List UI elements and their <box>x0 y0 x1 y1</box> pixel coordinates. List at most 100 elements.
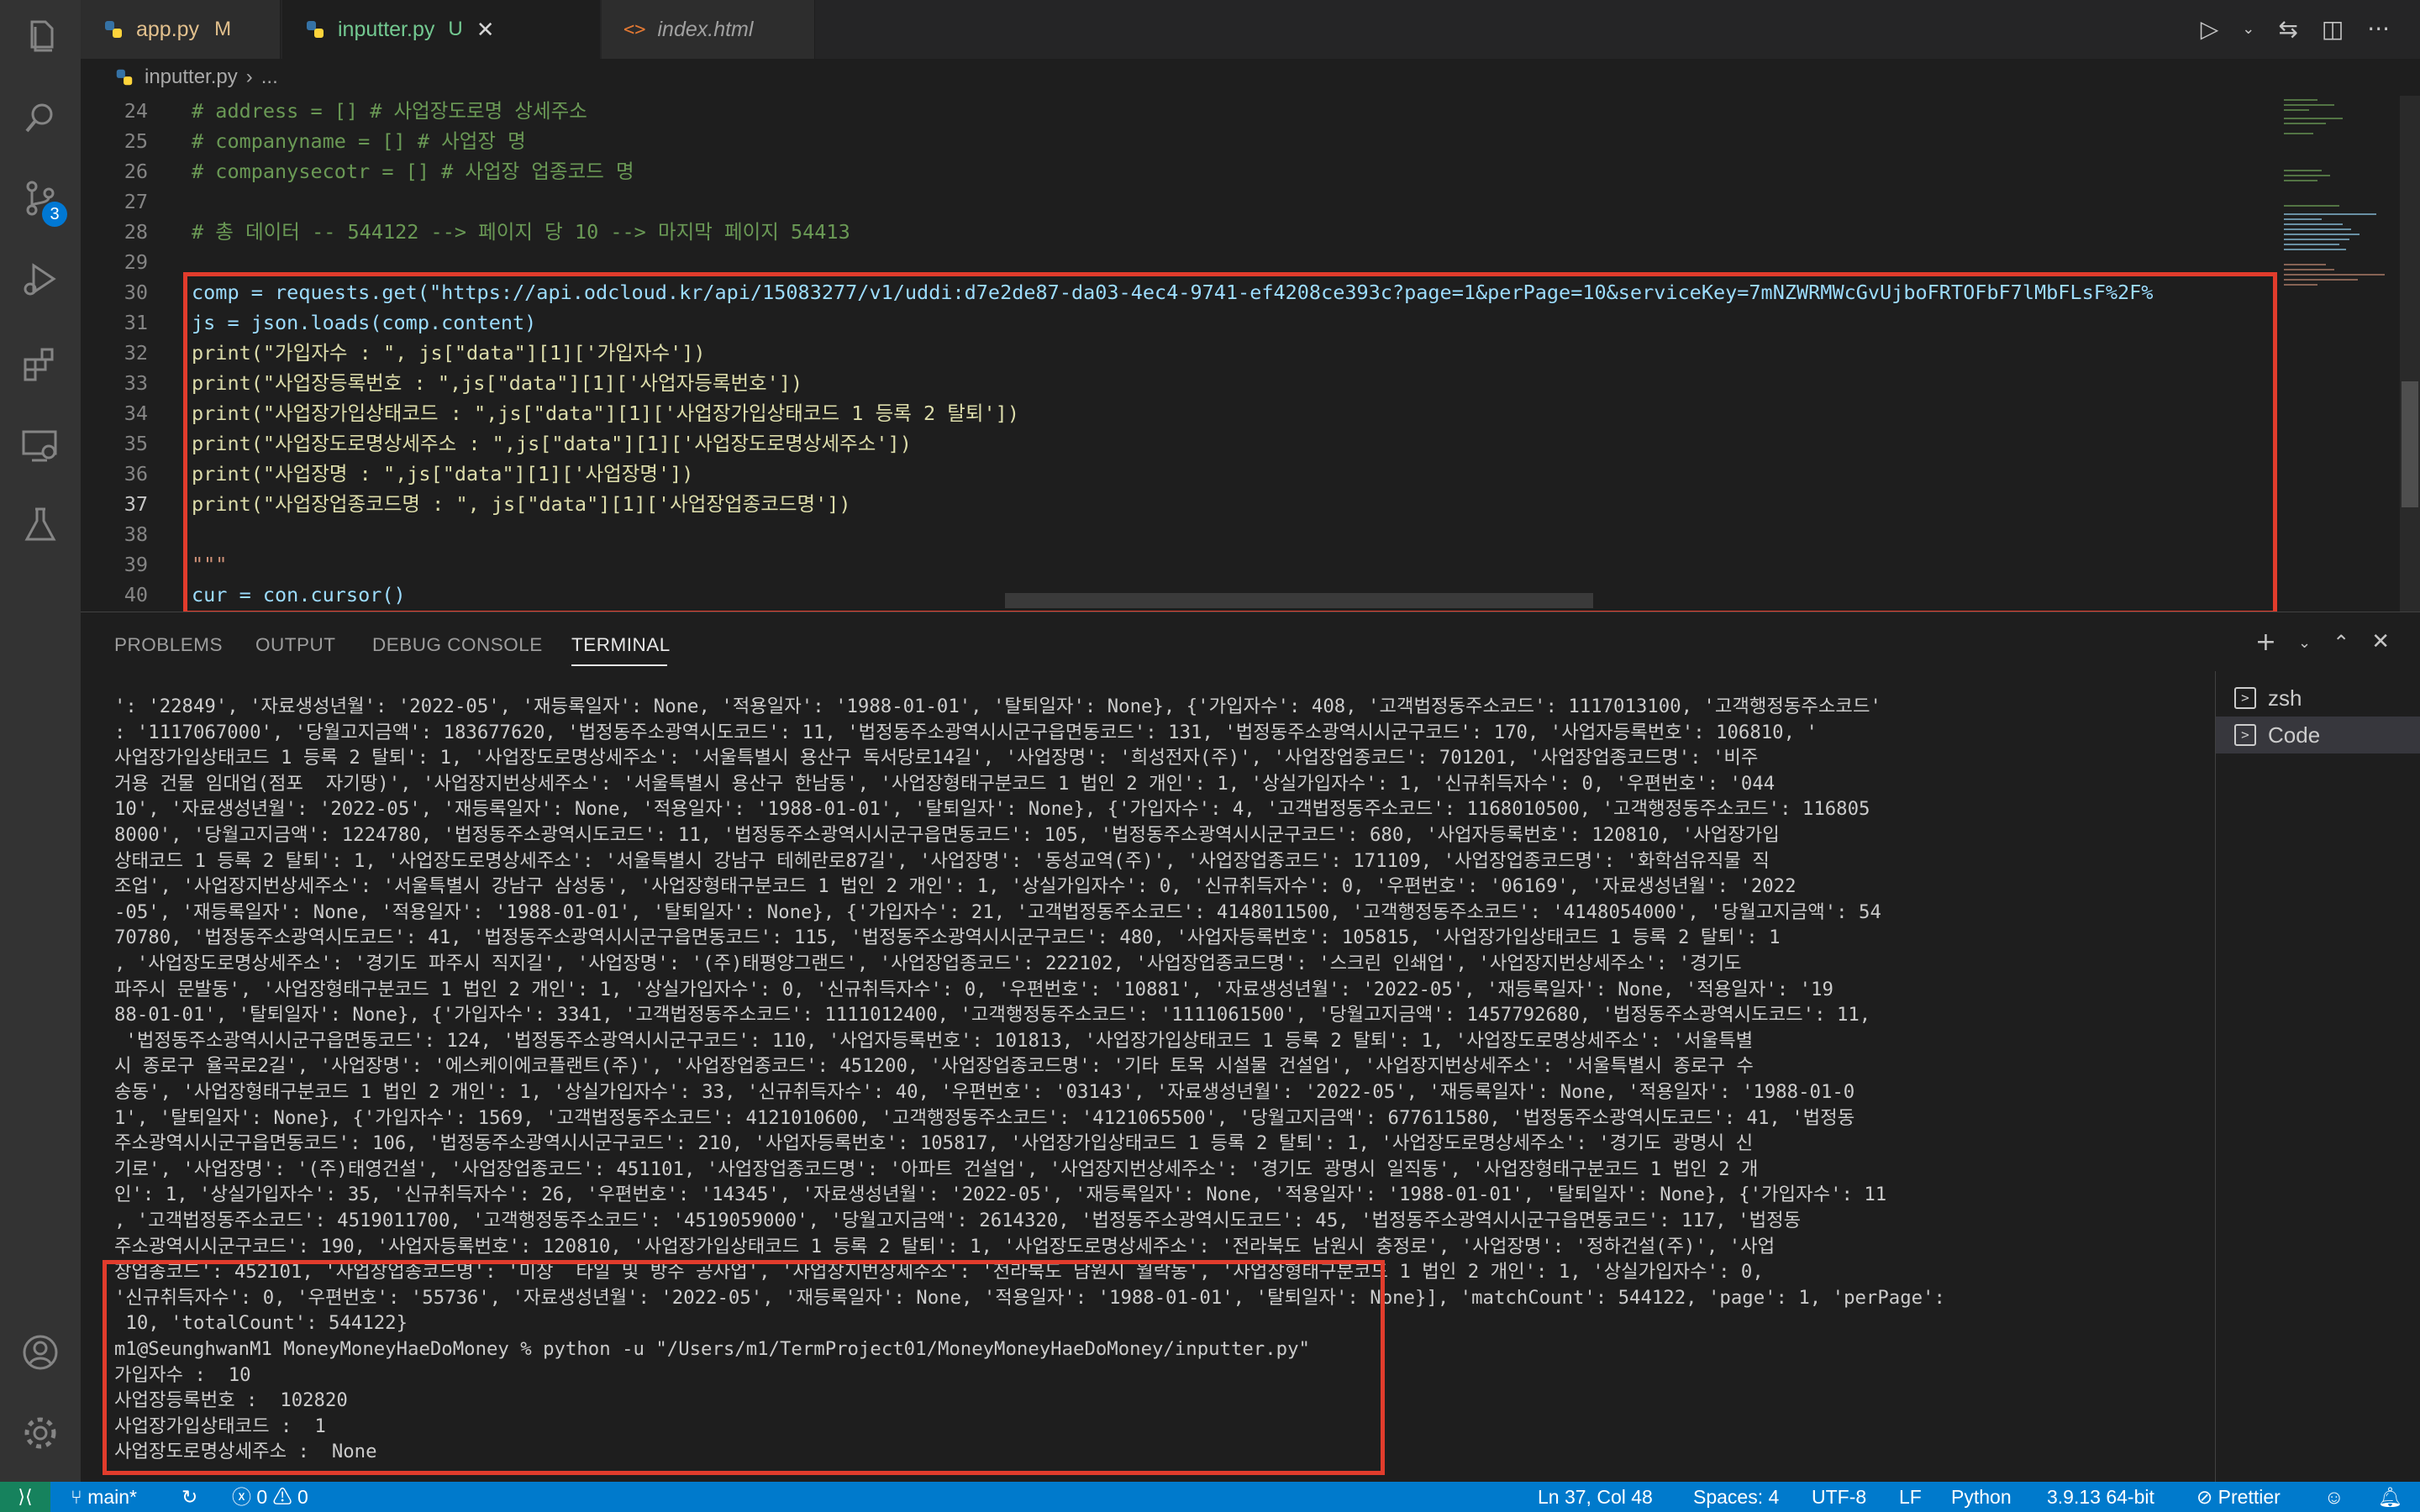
terminal-line: -05', '재등록일자': None, '적용일자': '1988-01-01… <box>114 900 1881 923</box>
code-editor[interactable]: 24 # address = [] # 사업장도로명 상세주소 25 # compa… <box>81 96 2420 612</box>
sync-icon[interactable]: ↻ <box>182 1482 197 1512</box>
testing-icon[interactable] <box>20 504 60 544</box>
explorer-icon[interactable] <box>20 17 60 57</box>
line-number: 37 <box>124 492 148 516</box>
encoding[interactable]: UTF-8 <box>1812 1482 1866 1512</box>
terminal-icon: > <box>2234 687 2256 709</box>
terminal-name: zsh <box>2268 685 2302 711</box>
cursor-position[interactable]: Ln 37, Col 48 <box>1538 1482 1653 1512</box>
terminal-line: 10', '자료생성년월': '2022-05', '재등록일자': None,… <box>114 798 1870 821</box>
line-number: 33 <box>124 371 148 395</box>
chevron-down-icon[interactable]: ⌄ <box>2298 627 2311 657</box>
panel-tabs: PROBLEMS OUTPUT DEBUG CONSOLE TERMINAL +… <box>81 612 2420 680</box>
tab-status: M <box>214 18 232 40</box>
terminal-icon: > <box>2234 724 2256 746</box>
tab-label: app.py <box>136 17 200 41</box>
line-number: 40 <box>124 583 148 606</box>
terminal-line: , '사업장도로명상세주소': '경기도 파주시 직지길', '사업장명': '… <box>114 953 1742 974</box>
branch-name: main* <box>87 1486 138 1508</box>
run-icon[interactable]: ▷ <box>2201 15 2219 43</box>
line-number: 38 <box>124 522 148 546</box>
editor-horizontal-scrollbar[interactable] <box>1005 593 1593 608</box>
formatter-status[interactable]: ⊘ Prettier <box>2196 1482 2281 1512</box>
line-text: # 총 데이터 -- 544122 --> 페이지 당 10 --> 마지막 페… <box>192 220 850 244</box>
indentation[interactable]: Spaces: 4 <box>1693 1482 1779 1512</box>
scrollbar-thumb[interactable] <box>2402 381 2418 507</box>
notifications-icon[interactable]: 🔔︎ <box>2378 1482 2402 1512</box>
terminal-line: 주소광역시시군구코드': 190, '사업자등록번호': 120810, '사업… <box>114 1235 1776 1257</box>
maximize-panel-icon[interactable]: ⌃ <box>2333 627 2349 657</box>
remote-indicator-icon[interactable]: ⟩⟨ <box>0 1482 50 1512</box>
tab-index-html[interactable]: <> index.html <box>602 0 815 59</box>
warning-count: 0 <box>297 1486 308 1508</box>
status-bar: ⟩⟨ ⑂ main* ↻ ⓧ 0 ⚠ 0 Ln 37, Col 48 Space… <box>0 1482 2420 1512</box>
tab-output[interactable]: OUTPUT <box>255 634 336 656</box>
error-count: 0 <box>256 1486 268 1508</box>
line-number: 31 <box>124 311 148 334</box>
more-actions-icon[interactable]: ··· <box>2367 15 2390 43</box>
line-number: 39 <box>124 553 148 576</box>
terminal-item-code[interactable]: > Code <box>2216 717 2420 753</box>
tab-app-py[interactable]: app.py M <box>81 0 281 59</box>
problems-status[interactable]: ⓧ 0 ⚠ 0 <box>232 1482 308 1512</box>
line-number: 35 <box>124 432 148 455</box>
terminal-list: > zsh > Code <box>2215 671 2420 1483</box>
tab-problems[interactable]: PROBLEMS <box>114 634 223 656</box>
minimap[interactable] <box>2277 96 2386 612</box>
split-editor-icon[interactable]: ◫ <box>2322 15 2344 43</box>
code-line: 24 # address = [] # 사업장도로명 상세주소 <box>81 96 2181 126</box>
panel-actions: + ⌄ ⌃ ✕ <box>2255 627 2390 657</box>
terminal-line: 파주시 문발동', '사업장형태구분코드 1 법인 2 개인': 1, '상실가… <box>114 978 1833 1000</box>
breadcrumb-symbol[interactable]: ... <box>261 66 278 89</box>
close-icon[interactable]: ✕ <box>476 17 495 43</box>
highlight-box-code <box>183 272 2277 612</box>
warning-icon: ⚠ <box>272 1486 297 1508</box>
breadcrumb-separator: › <box>245 66 253 88</box>
terminal-line: 거용 건물 임대업(점포 자기땅)', '사업장지번상세주소': '서울특별시 … <box>114 772 1776 795</box>
breadcrumb-file[interactable]: inputter.py <box>145 66 238 89</box>
new-terminal-icon[interactable]: + <box>2255 627 2276 657</box>
editor-scrollbar[interactable] <box>2400 96 2420 612</box>
active-tab-indicator <box>571 664 667 666</box>
terminal-line: 1', '탈퇴일자': None}, {'가입자수': 1569, '고객법정동… <box>114 1106 1855 1129</box>
line-number: 30 <box>124 281 148 304</box>
line-number: 27 <box>124 190 148 213</box>
search-icon[interactable] <box>20 97 60 138</box>
line-ending[interactable]: LF <box>1899 1482 1922 1512</box>
terminal-item-zsh[interactable]: > zsh <box>2216 680 2420 717</box>
account-icon[interactable] <box>20 1332 60 1373</box>
tab-inputter-py[interactable]: inputter.py U ✕ <box>282 0 600 59</box>
python-icon <box>105 21 122 38</box>
feedback-icon[interactable]: ☺ <box>2324 1482 2344 1512</box>
branch-status[interactable]: ⑂ main* <box>71 1482 137 1512</box>
line-number: 24 <box>124 99 148 123</box>
tab-label: index.html <box>657 17 754 41</box>
error-icon: ⓧ <box>232 1486 257 1508</box>
scm-badge: 3 <box>42 202 67 227</box>
terminal-line: '법정동주소광역시시군구읍면동코드': 124, '법정동주소광역시시군구코드'… <box>114 1029 1754 1052</box>
highlight-box-terminal <box>103 1260 1385 1475</box>
extensions-icon[interactable] <box>20 344 60 385</box>
gear-icon[interactable] <box>20 1413 60 1453</box>
breadcrumb: inputter.py › ... <box>81 59 2420 96</box>
python-interpreter[interactable]: 3.9.13 64-bit <box>2047 1482 2154 1512</box>
tab-debug-console[interactable]: DEBUG CONSOLE <box>372 634 543 656</box>
close-icon[interactable]: ✕ <box>2371 627 2390 657</box>
python-icon <box>116 69 133 86</box>
run-debug-icon[interactable] <box>20 259 60 299</box>
chevron-down-icon[interactable]: ⌄ <box>2242 20 2254 38</box>
terminal-line: 조업', '사업장지번상세주소': '서울특별시 강남구 삼성동', '사업장형… <box>114 875 1797 898</box>
code-line: 27 <box>81 186 2181 217</box>
terminal-line: , '고객법정동주소코드': 4519011700, '고객행정동주소코드': … <box>114 1210 1802 1231</box>
language-mode[interactable]: Python <box>1951 1482 2012 1512</box>
terminal-line: 주소광역시시군구읍면동코드': 106, '법정동주소광역시시군구코드': 21… <box>114 1132 1754 1155</box>
activity-bar: 3 <box>0 0 81 1482</box>
line-number: 25 <box>124 129 148 153</box>
tab-status: U <box>448 18 463 40</box>
tab-label: inputter.py <box>338 17 435 41</box>
line-text: # companyname = [] # 사업장 명 <box>192 129 526 153</box>
terminal-line: : '1117067000', '당월고지금액': 183677620, '법정… <box>114 721 1818 743</box>
remote-explorer-icon[interactable] <box>20 425 60 465</box>
tab-terminal[interactable]: TERMINAL <box>571 634 671 656</box>
compare-changes-icon[interactable]: ⇆ <box>2278 15 2297 43</box>
